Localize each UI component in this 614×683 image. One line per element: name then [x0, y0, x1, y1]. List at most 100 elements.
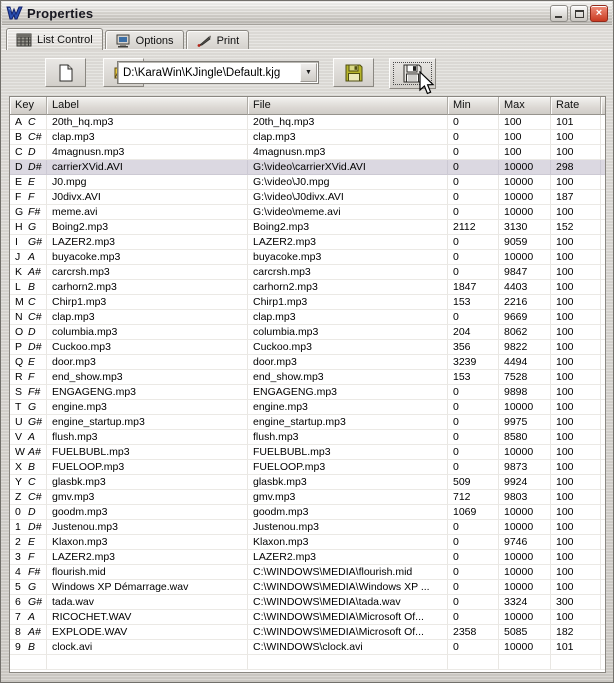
table-row[interactable]: ODcolumbia.mp3columbia.mp32048062100 [10, 325, 605, 340]
cell-min: 0 [448, 175, 499, 190]
cell-label: columbia.mp3 [47, 325, 248, 340]
pen-icon [196, 34, 212, 48]
table-row[interactable]: GF#meme.aviG:\video\meme.avi010000100 [10, 205, 605, 220]
table-row[interactable]: TGengine.mp3engine.mp3010000100 [10, 400, 605, 415]
cell-empty [448, 655, 499, 670]
table-row[interactable]: ZC#gmv.mp3gmv.mp37129803100 [10, 490, 605, 505]
table-row-empty [10, 655, 605, 670]
table-row[interactable]: 3FLAZER2.mp3LAZER2.mp3010000100 [10, 550, 605, 565]
cell-label: carcrsh.mp3 [47, 265, 248, 280]
cell-min: 1847 [448, 280, 499, 295]
cell-rate: 100 [551, 490, 601, 505]
table-row[interactable]: FFJ0divx.AVIG:\video\J0divx.AVI010000187 [10, 190, 605, 205]
table-row[interactable]: 1D#Justenou.mp3Justenou.mp3010000100 [10, 520, 605, 535]
tab-print[interactable]: Print [186, 30, 250, 50]
table-row[interactable]: QEdoor.mp3door.mp332394494100 [10, 355, 605, 370]
monitor-icon [115, 34, 131, 48]
cell-label: clock.avi [47, 640, 248, 655]
cell-key: SF# [10, 385, 47, 400]
table-row[interactable]: 7ARICOCHET.WAVC:\WINDOWS\MEDIA\Microsoft… [10, 610, 605, 625]
table-row[interactable]: 6G#tada.wavC:\WINDOWS\MEDIA\tada.wav0332… [10, 595, 605, 610]
cell-max: 9847 [499, 265, 551, 280]
column-header-key[interactable]: Key [10, 97, 47, 115]
minimize-button[interactable] [550, 5, 568, 22]
table-row[interactable]: MCChirp1.mp3Chirp1.mp31532216100 [10, 295, 605, 310]
cell-min: 356 [448, 340, 499, 355]
cell-file: end_show.mp3 [248, 370, 448, 385]
save-floppy-yellow-icon [345, 64, 363, 82]
cell-stub [601, 250, 606, 265]
title-bar[interactable]: Properties × [2, 2, 612, 25]
table-row[interactable]: PD#Cuckoo.mp3Cuckoo.mp33569822100 [10, 340, 605, 355]
table-row[interactable]: 4F#flourish.midC:\WINDOWS\MEDIA\flourish… [10, 565, 605, 580]
table-row[interactable]: XBFUELOOP.mp3FUELOOP.mp309873100 [10, 460, 605, 475]
cell-file: flush.mp3 [248, 430, 448, 445]
cell-file: G:\video\carrierXVid.AVI [248, 160, 448, 175]
maximize-button[interactable] [570, 5, 588, 22]
cell-rate: 100 [551, 460, 601, 475]
cell-label: LAZER2.mp3 [47, 550, 248, 565]
column-header-min[interactable]: Min [448, 97, 499, 115]
cell-label: buyacoke.mp3 [47, 250, 248, 265]
cell-file: Chirp1.mp3 [248, 295, 448, 310]
cell-key: 4F# [10, 565, 47, 580]
cell-label: door.mp3 [47, 355, 248, 370]
table-row[interactable]: UG#engine_startup.mp3engine_startup.mp30… [10, 415, 605, 430]
cell-rate: 101 [551, 640, 601, 655]
save-button[interactable] [333, 58, 374, 87]
cell-file: FUELOOP.mp3 [248, 460, 448, 475]
table-row[interactable]: 8A#EXPLODE.WAVC:\WINDOWS\MEDIA\Microsoft… [10, 625, 605, 640]
cell-min: 2358 [448, 625, 499, 640]
cell-min: 0 [448, 565, 499, 580]
cell-key: MC [10, 295, 47, 310]
table-row[interactable]: EEJ0.mpgG:\video\J0.mpg010000100 [10, 175, 605, 190]
column-header-rate[interactable]: Rate [551, 97, 601, 115]
table-row[interactable]: IG#LAZER2.mp3LAZER2.mp309059100 [10, 235, 605, 250]
cell-label: tada.wav [47, 595, 248, 610]
close-button[interactable]: × [590, 5, 608, 22]
table-row[interactable]: CD4magnusn.mp34magnusn.mp30100100 [10, 145, 605, 160]
table-row[interactable]: HGBoing2.mp3Boing2.mp321123130152 [10, 220, 605, 235]
combobox-dropdown-button[interactable]: ▼ [300, 63, 317, 82]
cell-stub [601, 640, 606, 655]
tab-list-control[interactable]: List Control [6, 28, 103, 50]
table-row[interactable]: 9Bclock.aviC:\WINDOWS\clock.avi010000101 [10, 640, 605, 655]
table-row[interactable]: NC#clap.mp3clap.mp309669100 [10, 310, 605, 325]
table-row[interactable]: SF#ENGAGENG.mp3ENGAGENG.mp309898100 [10, 385, 605, 400]
table-row[interactable]: DD#carrierXVid.AVIG:\video\carrierXVid.A… [10, 160, 605, 175]
table-body: AC20th_hq.mp320th_hq.mp30100101BC#clap.m… [10, 115, 605, 670]
table-row[interactable]: KA#carcrsh.mp3carcrsh.mp309847100 [10, 265, 605, 280]
table-row[interactable]: AC20th_hq.mp320th_hq.mp30100101 [10, 115, 605, 130]
cell-empty [499, 655, 551, 670]
column-header-file[interactable]: File [248, 97, 448, 115]
table-row[interactable]: BC#clap.mp3clap.mp30100100 [10, 130, 605, 145]
cell-stub [601, 355, 606, 370]
cell-file: columbia.mp3 [248, 325, 448, 340]
cell-rate: 101 [551, 115, 601, 130]
table-row[interactable]: VAflush.mp3flush.mp308580100 [10, 430, 605, 445]
table-row[interactable]: 2EKlaxon.mp3Klaxon.mp309746100 [10, 535, 605, 550]
file-path-combobox[interactable]: D:\KaraWin\KJingle\Default.kjg ▼ [117, 61, 319, 84]
table-row[interactable]: LBcarhorn2.mp3carhorn2.mp318474403100 [10, 280, 605, 295]
table-row[interactable]: RFend_show.mp3end_show.mp31537528100 [10, 370, 605, 385]
table-row[interactable]: WA#FUELBUBL.mp3FUELBUBL.mp3010000100 [10, 445, 605, 460]
table-row[interactable]: JAbuyacoke.mp3buyacoke.mp3010000100 [10, 250, 605, 265]
tab-bar: List Control Options Print [6, 28, 608, 50]
cell-min: 0 [448, 520, 499, 535]
cell-max: 8580 [499, 430, 551, 445]
cell-max: 2216 [499, 295, 551, 310]
cell-key: AC [10, 115, 47, 130]
cell-stub [601, 580, 606, 595]
cell-rate: 100 [551, 385, 601, 400]
column-header-max[interactable]: Max [499, 97, 551, 115]
table-row[interactable]: 0Dgoodm.mp3goodm.mp3106910000100 [10, 505, 605, 520]
cell-empty [601, 655, 606, 670]
tab-options[interactable]: Options [105, 30, 184, 50]
cell-min: 0 [448, 205, 499, 220]
cell-rate: 100 [551, 235, 601, 250]
cell-label: EXPLODE.WAV [47, 625, 248, 640]
column-header-label[interactable]: Label [47, 97, 248, 115]
table-row[interactable]: YCglasbk.mp3glasbk.mp35099924100 [10, 475, 605, 490]
new-file-button[interactable] [45, 58, 86, 87]
table-row[interactable]: 5GWindows XP Démarrage.wavC:\WINDOWS\MED… [10, 580, 605, 595]
